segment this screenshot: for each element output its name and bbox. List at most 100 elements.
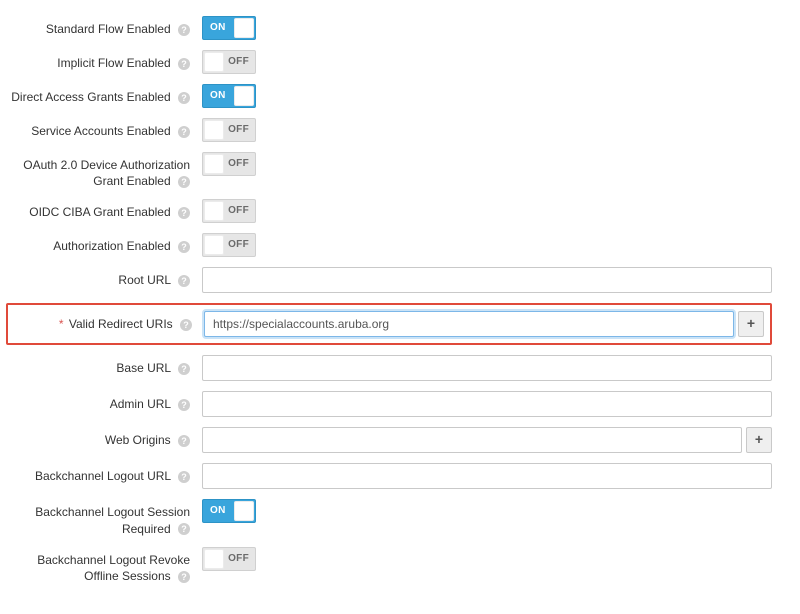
row-valid-redirect: * Valid Redirect URIs ? +: [8, 311, 764, 337]
input-valid-redirect[interactable]: [204, 311, 734, 337]
label-text: Direct Access Grants Enabled: [11, 90, 170, 104]
label-text: Implicit Flow Enabled: [57, 56, 170, 70]
help-icon[interactable]: ?: [178, 24, 190, 36]
label-web-origins: Web Origins ?: [10, 427, 202, 448]
control: [202, 391, 772, 417]
toggle-label: ON: [210, 85, 226, 107]
help-icon[interactable]: ?: [178, 523, 190, 535]
label-text: Backchannel Logout URL: [35, 469, 171, 483]
toggle-knob: [204, 235, 224, 255]
toggle-label: OFF: [228, 119, 249, 141]
toggle-label: ON: [210, 500, 226, 522]
label-oauth-device: OAuth 2.0 Device Authorization Grant Ena…: [10, 152, 202, 189]
toggle-knob: [204, 549, 224, 569]
control: OFF: [202, 50, 772, 74]
toggle-implicit-flow[interactable]: OFF: [202, 50, 256, 74]
toggle-oauth-device[interactable]: OFF: [202, 152, 256, 176]
toggle-label: OFF: [228, 51, 249, 73]
label-text: Backchannel Logout Session Required: [35, 505, 190, 535]
toggle-service-accounts[interactable]: OFF: [202, 118, 256, 142]
help-icon[interactable]: ?: [178, 176, 190, 188]
input-root-url[interactable]: [202, 267, 772, 293]
input-backchannel-url[interactable]: [202, 463, 772, 489]
help-icon[interactable]: ?: [178, 126, 190, 138]
row-oidc-ciba: OIDC CIBA Grant Enabled ? OFF: [10, 199, 772, 223]
toggle-label: OFF: [228, 234, 249, 256]
input-admin-url[interactable]: [202, 391, 772, 417]
label-standard-flow: Standard Flow Enabled ?: [10, 16, 202, 37]
input-web-origins[interactable]: [202, 427, 742, 453]
label-backchannel-revoke: Backchannel Logout Revoke Offline Sessio…: [10, 547, 202, 584]
control: [202, 463, 772, 489]
label-text: Root URL: [118, 273, 170, 287]
control: [202, 355, 772, 381]
help-icon[interactable]: ?: [178, 58, 190, 70]
toggle-label: OFF: [228, 200, 249, 222]
label-text: Standard Flow Enabled: [46, 22, 171, 36]
help-icon[interactable]: ?: [178, 399, 190, 411]
control: ON: [202, 84, 772, 108]
help-icon[interactable]: ?: [178, 435, 190, 447]
row-oauth-device: OAuth 2.0 Device Authorization Grant Ena…: [10, 152, 772, 189]
label-base-url: Base URL ?: [10, 355, 202, 376]
control: OFF: [202, 152, 772, 176]
add-origin-button[interactable]: +: [746, 427, 772, 453]
control: [202, 267, 772, 293]
help-icon[interactable]: ?: [180, 319, 192, 331]
label-backchannel-session: Backchannel Logout Session Required ?: [10, 499, 202, 536]
toggle-label: OFF: [228, 153, 249, 175]
label-backchannel-url: Backchannel Logout URL ?: [10, 463, 202, 484]
control: OFF: [202, 547, 772, 571]
row-authorization: Authorization Enabled ? OFF: [10, 233, 772, 257]
toggle-authorization[interactable]: OFF: [202, 233, 256, 257]
help-icon[interactable]: ?: [178, 207, 190, 219]
label-text: Backchannel Logout Revoke Offline Sessio…: [37, 553, 190, 583]
control: OFF: [202, 233, 772, 257]
label-oidc-ciba: OIDC CIBA Grant Enabled ?: [10, 199, 202, 220]
input-base-url[interactable]: [202, 355, 772, 381]
required-star: *: [59, 317, 64, 331]
label-root-url: Root URL ?: [10, 267, 202, 288]
label-implicit-flow: Implicit Flow Enabled ?: [10, 50, 202, 71]
control: ON: [202, 499, 772, 523]
toggle-backchannel-revoke[interactable]: OFF: [202, 547, 256, 571]
highlight-valid-redirect: * Valid Redirect URIs ? +: [6, 303, 772, 345]
row-direct-access: Direct Access Grants Enabled ? ON: [10, 84, 772, 108]
label-text: Web Origins: [105, 433, 171, 447]
toggle-oidc-ciba[interactable]: OFF: [202, 199, 256, 223]
client-settings-form: Standard Flow Enabled ? ON Implicit Flow…: [10, 16, 772, 584]
label-text: OAuth 2.0 Device Authorization Grant Ena…: [23, 158, 190, 188]
label-service-accounts: Service Accounts Enabled ?: [10, 118, 202, 139]
row-implicit-flow: Implicit Flow Enabled ? OFF: [10, 50, 772, 74]
toggle-backchannel-session[interactable]: ON: [202, 499, 256, 523]
label-admin-url: Admin URL ?: [10, 391, 202, 412]
help-icon[interactable]: ?: [178, 471, 190, 483]
control: +: [202, 427, 772, 453]
toggle-standard-flow[interactable]: ON: [202, 16, 256, 40]
toggle-knob: [204, 120, 224, 140]
toggle-direct-access[interactable]: ON: [202, 84, 256, 108]
plus-icon: +: [755, 431, 763, 447]
toggle-knob: [234, 18, 254, 38]
label-text: Authorization Enabled: [53, 239, 170, 253]
row-standard-flow: Standard Flow Enabled ? ON: [10, 16, 772, 40]
label-direct-access: Direct Access Grants Enabled ?: [10, 84, 202, 105]
label-text: OIDC CIBA Grant Enabled: [29, 205, 170, 219]
control: +: [204, 311, 764, 337]
control: OFF: [202, 118, 772, 142]
toggle-knob: [204, 201, 224, 221]
toggle-knob: [204, 52, 224, 72]
add-redirect-button[interactable]: +: [738, 311, 764, 337]
help-icon[interactable]: ?: [178, 363, 190, 375]
help-icon[interactable]: ?: [178, 241, 190, 253]
help-icon[interactable]: ?: [178, 92, 190, 104]
row-root-url: Root URL ?: [10, 267, 772, 293]
control: OFF: [202, 199, 772, 223]
help-icon[interactable]: ?: [178, 275, 190, 287]
help-icon[interactable]: ?: [178, 571, 190, 583]
row-backchannel-session: Backchannel Logout Session Required ? ON: [10, 499, 772, 536]
row-admin-url: Admin URL ?: [10, 391, 772, 417]
label-text: Admin URL: [110, 397, 171, 411]
label-text: Valid Redirect URIs: [69, 317, 173, 331]
toggle-knob: [204, 154, 224, 174]
